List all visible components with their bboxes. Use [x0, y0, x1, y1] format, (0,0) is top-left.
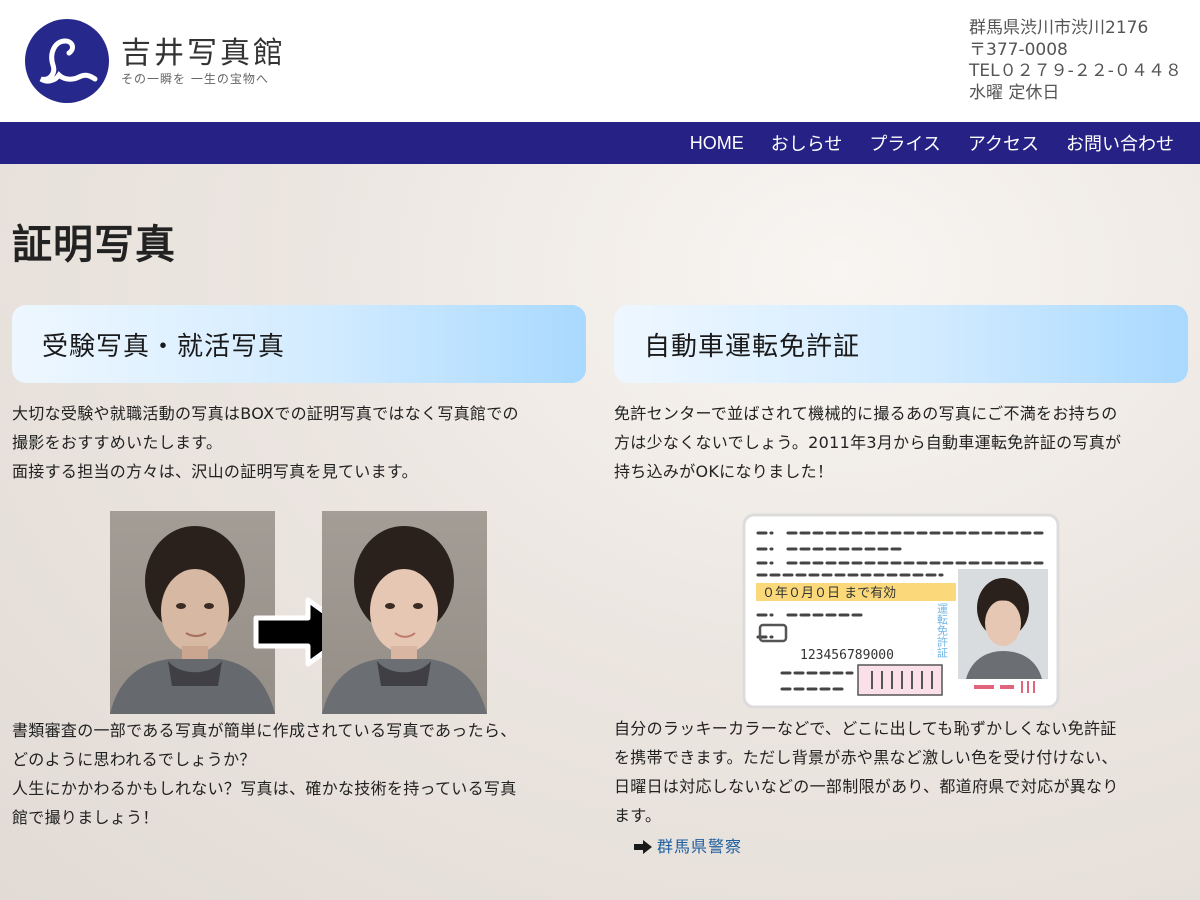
nav-item-home[interactable]: HOME: [690, 133, 744, 154]
intro-line: 方は少なくないでしょう。2011年3月から自動車運転免許証の写真が: [614, 433, 1122, 452]
nav-item-news[interactable]: おしらせ: [771, 130, 843, 156]
section-outro: 自分のラッキーカラーなどで、どこに出しても恥ずかしくない免許証 を携帯できます。…: [614, 714, 1188, 861]
section-heading-text: 自動車運転免許証: [644, 331, 861, 362]
site-title[interactable]: 吉井写真館: [121, 28, 286, 72]
page-title: 証明写真: [12, 221, 176, 268]
outro-line: 日曜日は対応しないなどの一部制限があり、都道府県で対応が異なり: [614, 777, 1119, 796]
outro-line: ます。: [614, 806, 662, 825]
intro-line: 持ち込みがOKになりました！: [614, 462, 834, 481]
gunma-police-link[interactable]: 群馬県警察: [657, 832, 742, 861]
license-expiry: ０年０月０日 まで有効: [762, 586, 896, 601]
photo-after: [322, 511, 487, 714]
section-heading: 自動車運転免許証: [614, 305, 1188, 383]
section-drivers-license: 自動車運転免許証 免許センターで並ばされて機械的に撮るあの写真にご不満をお持ちの…: [614, 305, 1188, 486]
nav-item-contact[interactable]: お問い合わせ: [1066, 130, 1174, 156]
license-number: 123456789000: [800, 648, 894, 663]
intro-line: 撮影をおすすめいたします。: [12, 433, 223, 452]
nav-item-price[interactable]: プライス: [869, 130, 940, 156]
outro-line: を携帯できます。ただし背景が赤や黒など激しい色を受け付けない、: [614, 748, 1118, 767]
section-intro: 大切な受験や就職活動の写真はBOXでの証明写真ではなく写真館での 撮影をおすすめ…: [12, 399, 586, 486]
site-tagline: その一瞬を 一生の宝物へ: [121, 72, 269, 86]
section-exam-photos: 受験写真・就活写真 大切な受験や就職活動の写真はBOXでの証明写真ではなく写真館…: [12, 305, 586, 486]
main-nav: HOME おしらせ プライス アクセス お問い合わせ: [0, 122, 1200, 164]
contact-address: 群馬県渋川市渋川2176: [969, 18, 1149, 38]
section-heading-text: 受験写真・就活写真: [42, 331, 286, 362]
intro-line: 大切な受験や就職活動の写真はBOXでの証明写真ではなく写真館での: [12, 404, 519, 423]
nav-item-access[interactable]: アクセス: [968, 130, 1039, 156]
license-vertical-label: 運転免許証: [936, 603, 949, 659]
site-header: 吉井写真館 その一瞬を 一生の宝物へ 群馬県渋川市渋川2176 〒377-000…: [0, 0, 1200, 122]
section-outro: 書類審査の一部である写真が簡単に作成されている写真であったら、 どのように思われ…: [12, 716, 586, 832]
license-card-illustration: ０年０月０日 まで有効 123456789000 運転免許証: [742, 513, 1060, 709]
police-link-row: 群馬県警察: [633, 832, 1188, 861]
logo-icon[interactable]: [25, 19, 109, 103]
arrow-right-icon: [634, 839, 652, 854]
section-intro: 免許センターで並ばされて機械的に撮るあの写真にご不満をお持ちの 方は少なくないで…: [614, 399, 1188, 486]
outro-line: 自分のラッキーカラーなどで、どこに出しても恥ずかしくない免許証: [614, 719, 1117, 738]
outro-line: 人生にかかわるかもしれない？写真は、確かな技術を持っている写真: [12, 779, 517, 798]
intro-line: 免許センターで並ばされて機械的に撮るあの写真にご不満をお持ちの: [614, 404, 1118, 423]
contact-tel: TEL０２７９-２２-０４４８: [969, 61, 1182, 81]
contact-postal: 〒377-0008: [969, 39, 1068, 60]
intro-line: 面接する担当の方々は、沢山の証明写真を見ています。: [12, 462, 418, 481]
section-heading: 受験写真・就活写真: [12, 305, 586, 383]
contact-holiday: 水曜 定休日: [969, 82, 1060, 103]
outro-line: 書類審査の一部である写真が簡単に作成されている写真であったら、: [12, 721, 517, 740]
outro-line: どのように思われるでしょうか？: [12, 750, 256, 769]
outro-line: 館で撮りましょう！: [12, 808, 159, 827]
photo-before: [110, 511, 275, 714]
contact-info: 群馬県渋川市渋川2176 〒377-0008 TEL０２７９-２２-０４４８ 水…: [969, 18, 1189, 104]
